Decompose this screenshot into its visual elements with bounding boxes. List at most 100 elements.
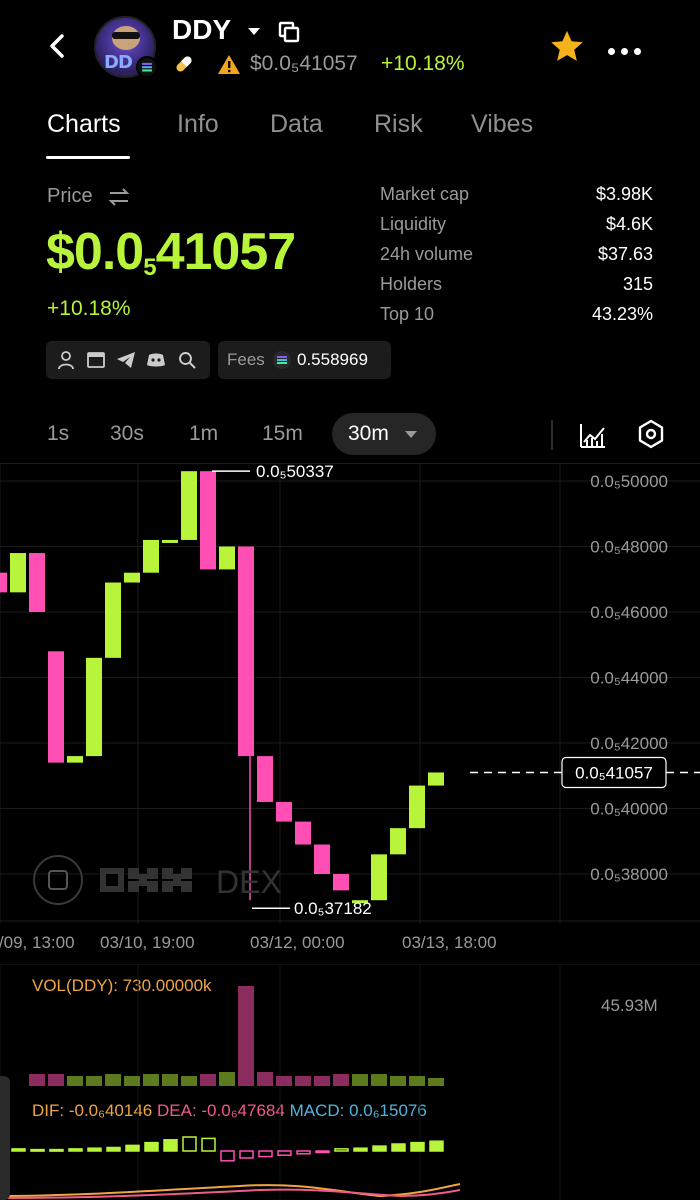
candle [48, 651, 64, 763]
macd-bar [87, 1147, 102, 1152]
price-change: +10.18% [47, 297, 131, 320]
stat-market-cap-label: Market cap [380, 184, 470, 204]
active-tab-indicator [46, 156, 130, 159]
candle [276, 801, 292, 822]
back-arrow-icon[interactable] [40, 28, 76, 64]
candle [86, 657, 102, 757]
candle [390, 828, 406, 855]
macd-bar [68, 1148, 83, 1152]
macd-bar [258, 1150, 273, 1158]
stat-liquidity-value: $4.6K [605, 214, 653, 234]
macd-bar [391, 1143, 406, 1152]
interval-15m[interactable]: 15m [262, 422, 303, 446]
okx-dex-watermark: DEX [33, 855, 282, 905]
volume-bar [143, 1074, 159, 1086]
candle [162, 539, 178, 543]
candle [295, 821, 311, 845]
solana-chain-icon [136, 56, 158, 78]
candle [0, 572, 7, 593]
tab-info[interactable]: Info [177, 110, 219, 139]
volume-bar [409, 1076, 425, 1086]
volume-bar [238, 986, 254, 1086]
macd-bar [353, 1147, 368, 1152]
macd-bar [163, 1139, 178, 1152]
website-icon[interactable] [86, 350, 106, 370]
chevron-down-icon[interactable] [404, 430, 418, 440]
y-tick-label: 0.0₅44000 [590, 669, 668, 688]
interval-1m[interactable]: 1m [189, 422, 218, 446]
tab-data[interactable]: Data [270, 110, 323, 139]
volume-bar [276, 1076, 292, 1086]
volume-bar [371, 1074, 387, 1086]
price-label: Price [47, 185, 93, 207]
macd-bar [49, 1148, 64, 1152]
header-price: $0.0₅41057 [250, 52, 358, 75]
x-tick-label: 03/12, 00:00 [250, 933, 345, 952]
stat-market-cap-value: $3.98K [595, 184, 653, 204]
y-tick-label: 0.0₅48000 [590, 538, 668, 557]
fees-label: Fees [227, 350, 265, 369]
macd-bar [220, 1150, 235, 1162]
divider [551, 420, 553, 450]
y-tick-label: 0.0₅42000 [590, 734, 668, 753]
token-title[interactable]: DDY [172, 14, 231, 46]
candle [257, 756, 273, 802]
fees-chip[interactable]: Fees 0.558969 [218, 341, 391, 379]
tab-charts[interactable]: Charts [47, 110, 121, 139]
favorite-star-icon[interactable] [548, 28, 586, 66]
tab-vibes[interactable]: Vibes [471, 110, 533, 139]
swap-arrows-icon[interactable] [108, 186, 130, 208]
candle [200, 471, 216, 570]
macd-bar [239, 1150, 254, 1159]
side-scroll-handle[interactable] [0, 1076, 10, 1200]
user-icon[interactable] [56, 350, 76, 370]
volume-bar [295, 1076, 311, 1086]
volume-bar [48, 1074, 64, 1086]
candle [10, 553, 26, 593]
chevron-down-icon[interactable] [247, 27, 261, 37]
candle [314, 844, 330, 874]
volume-bar [86, 1076, 102, 1086]
candle [143, 539, 159, 573]
volume-bar [428, 1078, 444, 1086]
pill-icon [176, 56, 192, 72]
interval-30s[interactable]: 30s [110, 422, 144, 446]
candle [428, 772, 444, 786]
telegram-icon[interactable] [116, 350, 136, 370]
macd-bar [334, 1148, 349, 1152]
candle [371, 854, 387, 901]
macd-bar [372, 1145, 387, 1152]
current-price: $0.0541057 [46, 223, 296, 281]
volume-bar [333, 1074, 349, 1086]
volume-bar [352, 1074, 368, 1086]
dif-line [0, 1183, 461, 1198]
volume-bar [29, 1074, 45, 1086]
indicators-icon[interactable] [578, 420, 608, 450]
stat-volume-value: $37.63 [597, 244, 653, 264]
volume-bar [181, 1076, 197, 1086]
header-change: +10.18% [381, 52, 465, 75]
stat-volume-label: 24h volume [380, 244, 474, 264]
volume-bar [257, 1072, 273, 1086]
search-icon[interactable] [177, 350, 197, 370]
copy-icon[interactable] [277, 20, 301, 44]
tab-risk[interactable]: Risk [374, 110, 423, 139]
chart-settings-icon[interactable] [636, 419, 666, 449]
volume-bar [105, 1074, 121, 1086]
x-tick-label: 03/13, 18:00 [402, 933, 497, 952]
volume-bar [314, 1076, 330, 1086]
warning-icon[interactable] [217, 53, 241, 77]
more-options-icon[interactable] [608, 42, 647, 60]
discord-icon[interactable] [146, 350, 166, 370]
solana-icon [273, 351, 291, 369]
candle [181, 471, 197, 540]
interval-1s[interactable]: 1s [47, 422, 69, 446]
macd-bar [296, 1150, 311, 1155]
candle [29, 553, 45, 612]
volume-bar [200, 1074, 216, 1086]
stat-top10-value: 43.23% [591, 304, 653, 324]
macd-bar [125, 1144, 140, 1152]
stat-liquidity-label: Liquidity [380, 214, 447, 234]
interval-30m[interactable]: 30m [348, 422, 389, 446]
stat-top10-label: Top 10 [380, 304, 435, 324]
